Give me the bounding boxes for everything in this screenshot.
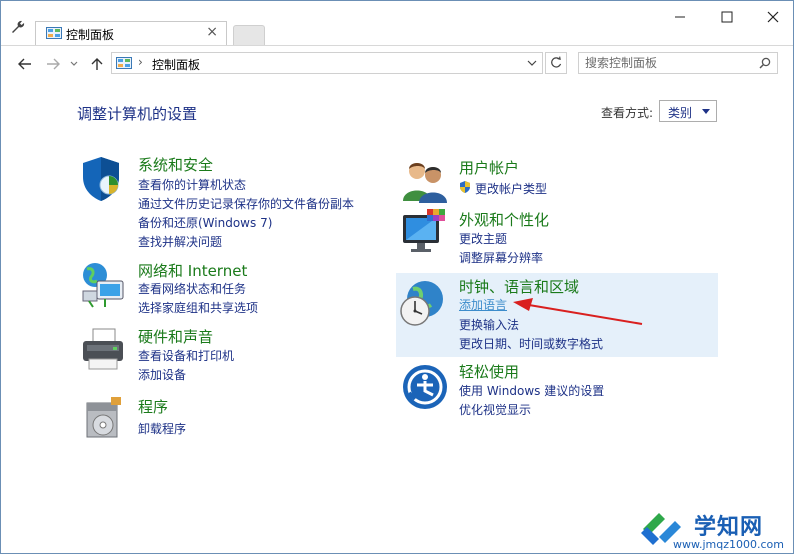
category-programs-title[interactable]: 程序: [138, 396, 168, 417]
maximize-button[interactable]: [717, 7, 737, 27]
link-change-date-time-format[interactable]: 更改日期、时间或数字格式: [459, 335, 603, 352]
back-arrow-icon[interactable]: [17, 56, 33, 72]
category-network-internet-title[interactable]: 网络和 Internet: [138, 260, 247, 281]
category-ease-of-access-title[interactable]: 轻松使用: [459, 361, 519, 382]
refresh-button[interactable]: [545, 52, 567, 74]
programs-disc-icon[interactable]: [81, 393, 129, 441]
category-user-accounts-title[interactable]: 用户帐户: [459, 157, 519, 178]
search-icon[interactable]: [759, 57, 771, 69]
control-panel-icon: [46, 27, 62, 39]
tab-close-button[interactable]: ×: [206, 24, 218, 40]
printer-icon[interactable]: [79, 327, 127, 375]
link-file-history-backup[interactable]: 通过文件历史记录保存你的文件备份副本: [138, 195, 354, 212]
view-by-selected: 类别: [668, 106, 693, 120]
up-arrow-icon[interactable]: [89, 56, 105, 72]
view-by-label: 查看方式:: [601, 106, 654, 120]
control-panel-icon: [116, 57, 132, 69]
close-button[interactable]: [763, 7, 783, 27]
watermark-name: 学知网: [694, 515, 764, 540]
monitor-palette-icon[interactable]: [401, 209, 449, 257]
link-uninstall-program[interactable]: 卸载程序: [138, 420, 186, 437]
page-title: 调整计算机的设置: [77, 105, 198, 123]
link-change-input-method[interactable]: 更换输入法: [459, 316, 519, 333]
control-panel-window: 控制面板 × › 控制面板 搜索控制面板 调整计算机的设置 查看方式: 类别 系…: [0, 0, 794, 554]
chevron-down-icon[interactable]: [526, 57, 538, 69]
search-box[interactable]: [578, 52, 778, 74]
wrench-icon[interactable]: [9, 19, 25, 35]
link-change-theme[interactable]: 更改主题: [459, 230, 507, 247]
breadcrumb-control-panel[interactable]: 控制面板: [152, 56, 200, 73]
tab-control-panel[interactable]: 控制面板 ×: [35, 21, 227, 45]
category-appearance-title[interactable]: 外观和个性化: [459, 209, 549, 230]
new-tab-button[interactable]: [233, 25, 265, 46]
title-bar: 控制面板 ×: [1, 1, 793, 46]
minimize-button[interactable]: [670, 7, 690, 27]
uac-shield-icon: [460, 181, 470, 193]
link-recommended-settings[interactable]: 使用 Windows 建议的设置: [459, 382, 604, 399]
link-troubleshoot[interactable]: 查找并解决问题: [138, 233, 222, 250]
forward-arrow-icon[interactable]: [45, 56, 61, 72]
watermark-url: www.jmqz1000.com: [673, 538, 784, 551]
link-backup-restore[interactable]: 备份和还原(Windows 7): [138, 214, 272, 231]
address-bar[interactable]: › 控制面板: [111, 52, 543, 74]
link-view-computer-status[interactable]: 查看你的计算机状态: [138, 176, 246, 193]
category-clock-region-title[interactable]: 时钟、语言和区域: [459, 276, 579, 297]
recent-locations-chevron-icon[interactable]: [69, 56, 79, 72]
category-system-security-title[interactable]: 系统和安全: [138, 154, 213, 175]
breadcrumb-separator[interactable]: ›: [138, 55, 143, 69]
navigation-bar: › 控制面板: [1, 45, 793, 82]
category-hardware-sound-title[interactable]: 硬件和声音: [138, 326, 213, 347]
link-network-status[interactable]: 查看网络状态和任务: [138, 280, 246, 297]
main-content: 调整计算机的设置 查看方式: 类别 系统和安全 查看你的计算机状态 通过文件历史…: [1, 81, 793, 553]
link-screen-resolution[interactable]: 调整屏幕分辨率: [459, 249, 543, 266]
link-homegroup-sharing[interactable]: 选择家庭组和共享选项: [138, 299, 258, 316]
dropdown-arrow-icon: [702, 109, 710, 114]
tab-title: 控制面板: [66, 28, 115, 42]
ease-of-access-icon[interactable]: [401, 363, 449, 411]
link-add-device[interactable]: 添加设备: [138, 366, 186, 383]
link-change-account-type[interactable]: 更改帐户类型: [475, 180, 547, 197]
link-devices-printers[interactable]: 查看设备和打印机: [138, 347, 234, 364]
link-optimize-visual-display[interactable]: 优化视觉显示: [459, 401, 531, 418]
clock-globe-icon[interactable]: [399, 279, 447, 327]
link-add-language[interactable]: 添加语言: [459, 296, 507, 313]
shield-icon[interactable]: [79, 155, 127, 203]
search-input[interactable]: [585, 55, 745, 71]
view-by-dropdown[interactable]: 类别: [659, 100, 717, 122]
network-globe-icon[interactable]: [79, 261, 127, 309]
users-icon[interactable]: [401, 157, 449, 205]
